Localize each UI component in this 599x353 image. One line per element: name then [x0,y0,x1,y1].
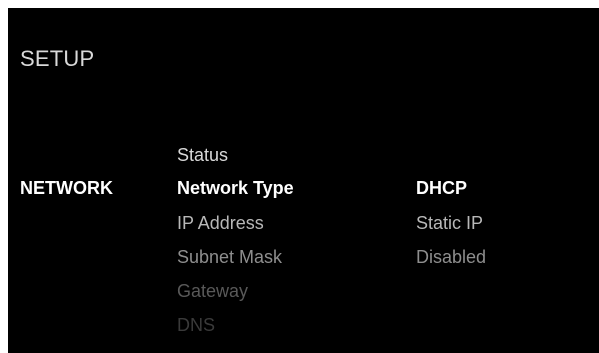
menu-item-status[interactable]: Status [177,144,228,166]
menu-item-network-type[interactable]: Network Type [177,177,294,199]
option-static-ip[interactable]: Static IP [416,212,483,234]
category-network[interactable]: NETWORK [20,177,113,199]
menu-item-ip-address[interactable]: IP Address [177,212,264,234]
page-title: SETUP [20,46,95,71]
option-disabled[interactable]: Disabled [416,246,486,268]
setup-screen: SETUP NETWORK Status Network Type IP Add… [8,8,599,353]
menu-item-gateway[interactable]: Gateway [177,280,248,302]
menu-item-subnet-mask[interactable]: Subnet Mask [177,246,282,268]
option-dhcp[interactable]: DHCP [416,177,467,199]
menu-item-dns[interactable]: DNS [177,314,215,336]
